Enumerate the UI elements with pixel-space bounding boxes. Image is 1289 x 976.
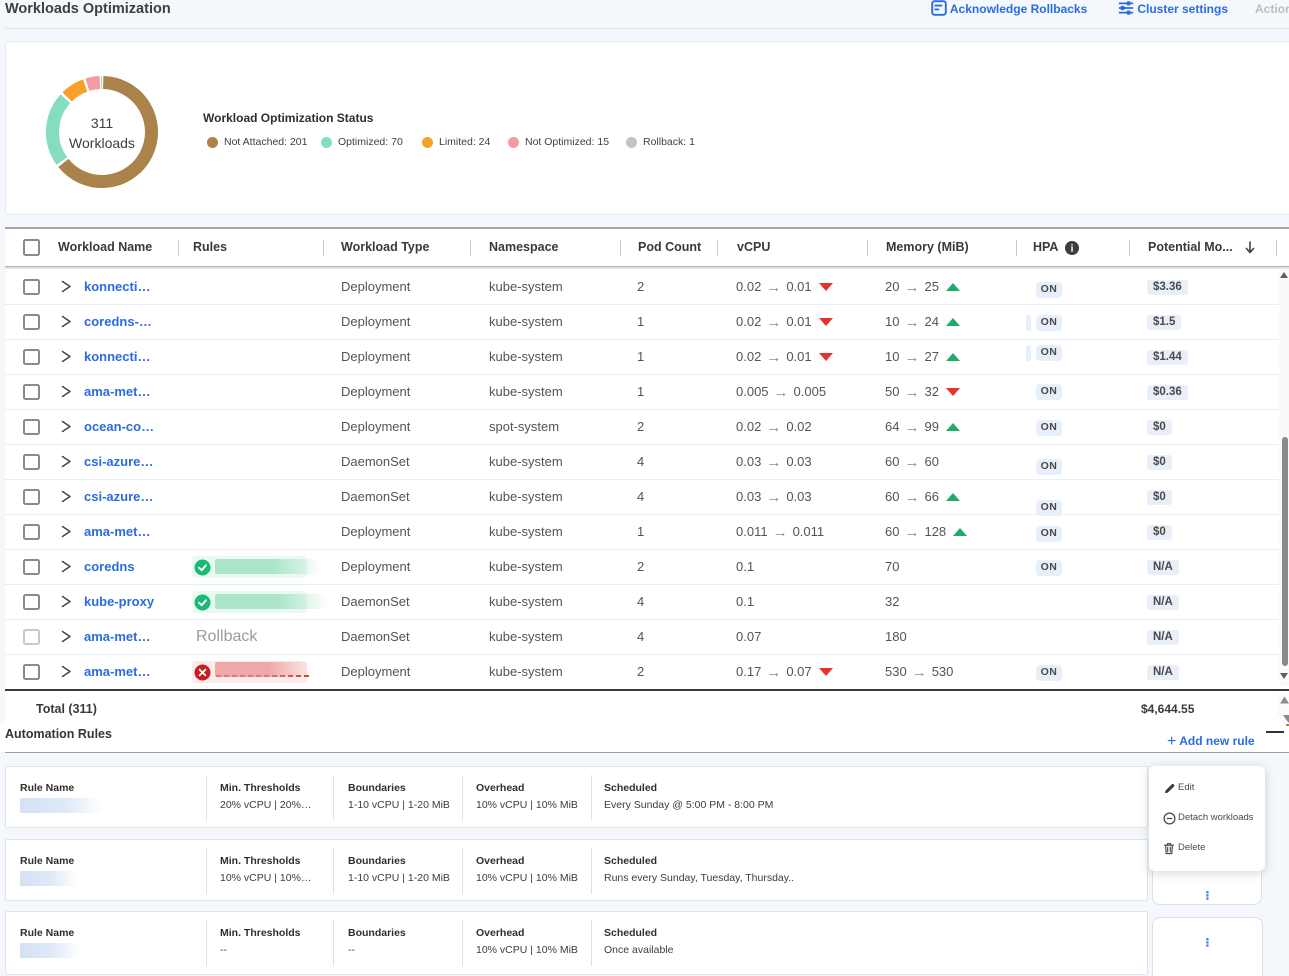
svg-text:i: i: [1071, 244, 1074, 255]
